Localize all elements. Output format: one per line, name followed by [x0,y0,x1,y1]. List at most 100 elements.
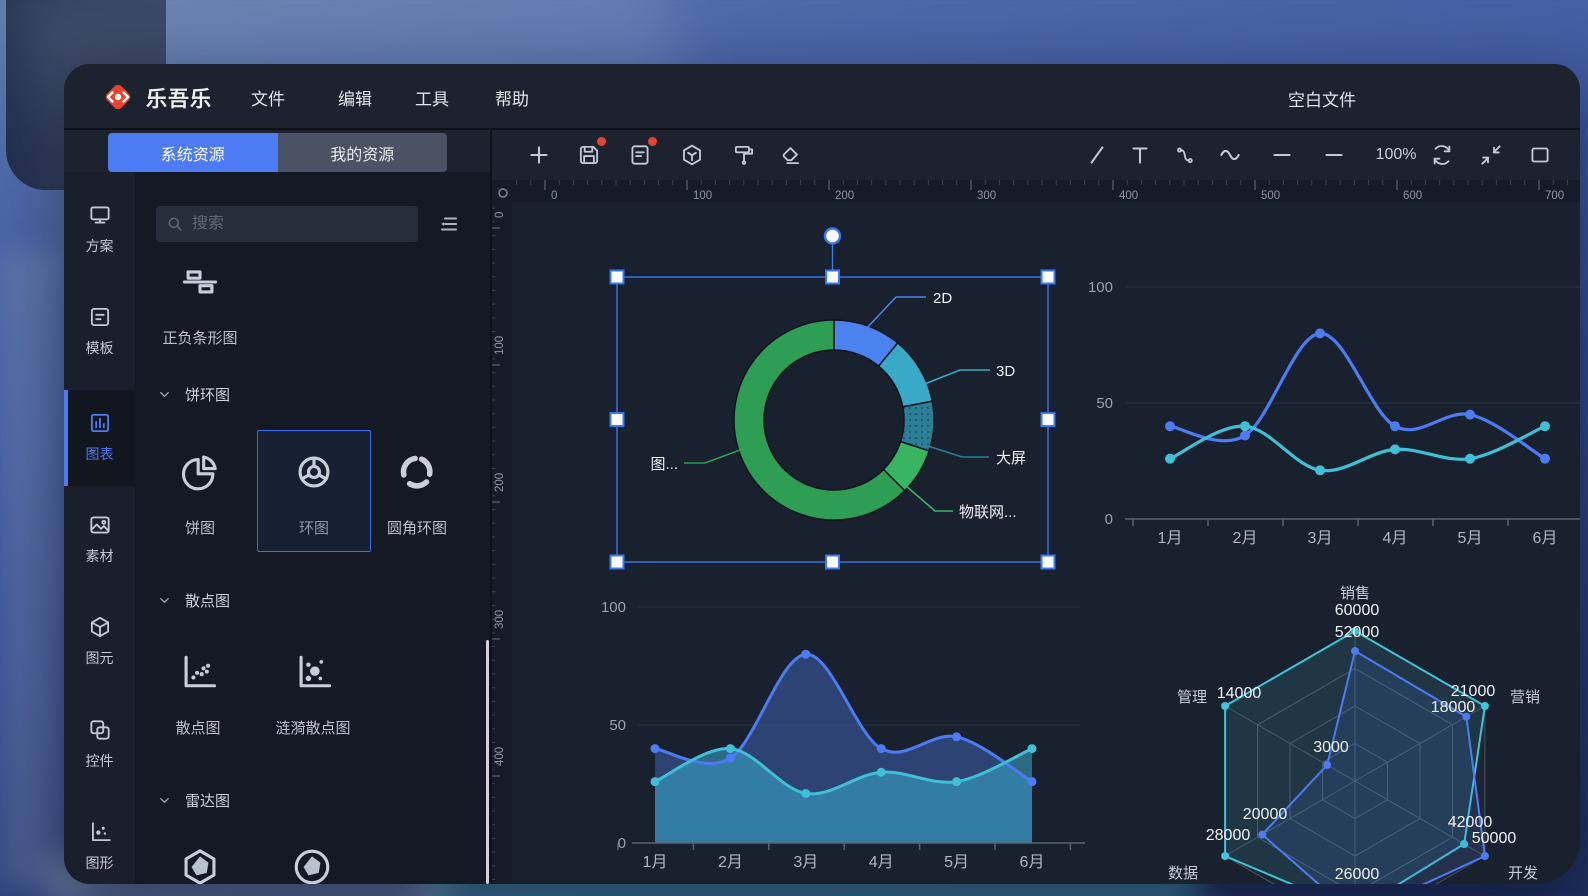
connector-button[interactable] [1172,142,1198,168]
rotate-handle[interactable] [825,229,840,244]
plus-icon [526,155,552,172]
draw-line-button[interactable] [1084,142,1110,168]
section-header-饼环图[interactable]: 饼环图 [157,384,230,405]
list-view-icon[interactable] [437,212,461,236]
chart-library-item-涟漪散点图[interactable]: 涟漪散点图 [258,650,368,738]
line-plain-button[interactable] [1321,142,1347,168]
svg-text:6月: 6月 [1020,854,1045,871]
svg-text:1月: 1月 [1158,530,1183,547]
chart-library-item-饼图[interactable]: 饼图 [145,450,255,538]
save-button[interactable] [576,142,602,168]
ruler-origin[interactable] [490,180,512,202]
sidebar-item-图元[interactable]: 图元 [64,614,135,692]
text-button[interactable] [1127,142,1153,168]
radar-axis-label: 销售 [1340,585,1370,602]
chart-icon [87,410,113,436]
sidebar-item-控件[interactable]: 控件 [64,717,135,795]
search-icon [166,215,184,233]
chart-library-item-环图[interactable]: 环图 [259,450,369,538]
radar-axis-label: 开发 [1508,865,1538,882]
radar-value-label: 20000 [1243,806,1288,823]
radar-axis-label: 营销 [1510,689,1540,706]
curve-button[interactable] [1217,142,1243,168]
svg-text:600: 600 [1403,190,1422,202]
chevron-down-icon [157,387,172,402]
scatter-icon [176,650,220,694]
area-chart[interactable]: 0501001月2月3月4月5月6月 [601,599,1085,871]
menu-item-4[interactable]: 帮助 [495,85,529,110]
widget-icon [87,717,113,743]
chart-library-item-圆角环图[interactable]: 圆角环图 [362,450,472,538]
preview-window-button[interactable] [1527,142,1553,168]
cube-icon [87,614,113,640]
pen-library-button[interactable] [679,142,705,168]
selection-handle[interactable] [611,271,624,284]
image-icon [87,512,113,538]
tab-my-resources[interactable]: 我的资源 [278,133,448,172]
rounded-donut-icon [395,450,439,494]
add-button[interactable] [526,142,552,168]
menu-bar: 乐吾乐 文件编辑工具帮助 空白文件 [64,64,1580,130]
tab-system-resources[interactable]: 系统资源 [108,133,278,172]
donut-chart[interactable]: 2D3D大屏物联网...图... [650,290,1026,521]
format-painter-button[interactable] [731,142,757,168]
section-header-雷达图[interactable]: 雷达图 [157,790,230,811]
connector-icon [1172,155,1198,172]
selection-handle[interactable] [1042,556,1055,569]
svg-text:200: 200 [494,473,506,492]
chart-library-item-radar-hex-icon[interactable] [145,845,255,884]
canvas[interactable]: 2D3D大屏物联网...图...0501001月2月3月4月5月6月050100… [512,202,1580,884]
selection-handle[interactable] [611,556,624,569]
svg-text:100: 100 [1088,279,1113,296]
app-logo-icon[interactable] [100,79,136,115]
sidebar-item-素材[interactable]: 素材 [64,512,135,590]
resource-panel: 正负条形图饼环图饼图环图圆角环图散点图散点图涟漪散点图雷达图 [135,172,490,884]
sidebar-item-图形[interactable]: 图形 [64,819,135,884]
menu-item-2[interactable]: 编辑 [338,85,372,110]
svg-text:5月: 5月 [944,854,969,871]
pie-icon [178,450,222,494]
chart-library-item-正负条形图[interactable]: 正负条形图 [145,260,255,348]
template-icon [87,304,113,330]
radar-value-label: 26000 [1335,866,1380,883]
app-window: 乐吾乐 文件编辑工具帮助 空白文件 系统资源我的资源 方案模板图表素材图元控件图… [64,64,1580,884]
charts-layer: 2D3D大屏物联网...图...0501001月2月3月4月5月6月050100… [512,202,1580,884]
svg-text:50: 50 [1096,395,1113,412]
chart-library-item-散点图[interactable]: 散点图 [143,650,253,738]
vertical-ruler: 0100200300400 [490,202,512,884]
svg-text:0: 0 [551,190,557,202]
fit-view-button[interactable] [1478,142,1504,168]
radar-hex-icon [178,845,222,884]
refresh-icon [1429,155,1455,172]
reset-zoom-button[interactable] [1429,142,1455,168]
selection-handle[interactable] [826,556,839,569]
eraser-button[interactable] [777,142,803,168]
sidebar-item-图表[interactable]: 图表 [64,410,135,488]
selection-handle[interactable] [1042,271,1055,284]
line-chart[interactable]: 0501001月2月3月4月5月6月 [1088,279,1580,547]
radar-axis-label: 管理 [1177,689,1207,706]
selection-handle[interactable] [1042,413,1055,426]
horizontal-ruler: 0100200300400500600700 [512,180,1580,202]
selection-handle[interactable] [611,413,624,426]
file-manage-button[interactable] [627,142,653,168]
sidebar-item-模板[interactable]: 模板 [64,304,135,382]
section-header-散点图[interactable]: 散点图 [157,590,230,611]
search-input[interactable] [192,215,408,233]
document-title[interactable]: 空白文件 [1288,86,1356,111]
menu-item-3[interactable]: 工具 [415,85,449,110]
line2-icon [1321,155,1347,172]
search-box[interactable] [156,206,418,242]
svg-text:100: 100 [601,599,626,616]
svg-text:400: 400 [1119,190,1138,202]
chart-library-item-radar-circle-icon[interactable] [257,845,367,884]
menu-item-1[interactable]: 文件 [251,85,285,110]
panel-scrollbar[interactable] [486,640,489,884]
selection-handle[interactable] [826,271,839,284]
line-solid-button[interactable] [1269,142,1295,168]
chevron-down-icon [157,793,172,808]
svg-text:0: 0 [1105,511,1113,528]
radar-chart[interactable]: 销售6000052000营销2100018000开发42000500002600… [1168,585,1540,884]
zoom-level[interactable]: 100% [1376,146,1417,164]
sidebar-item-方案[interactable]: 方案 [64,202,135,280]
